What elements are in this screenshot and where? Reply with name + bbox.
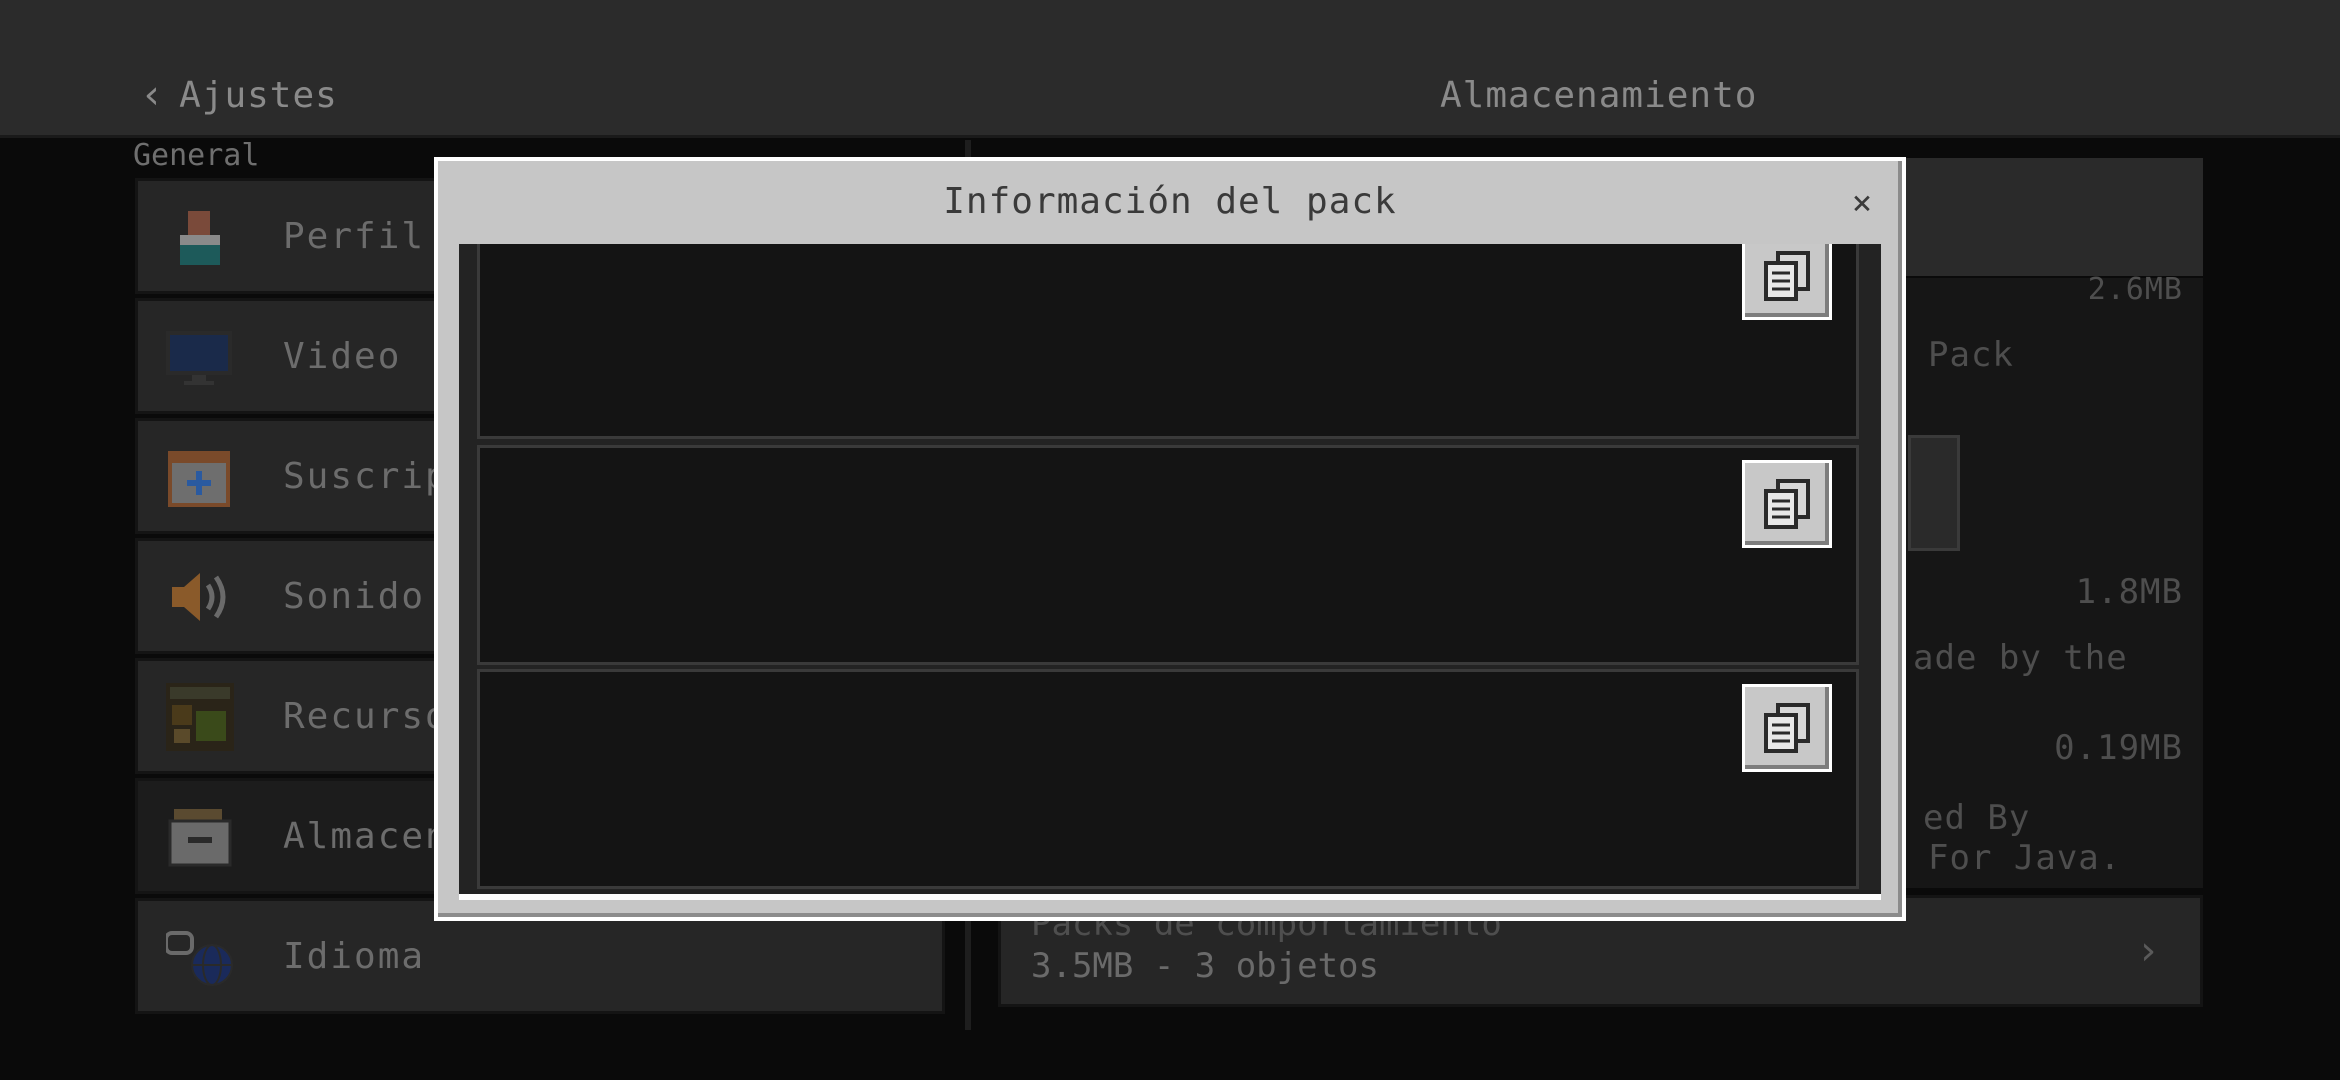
sidebar-item-label: Video — [283, 335, 402, 377]
copy-icon — [1764, 479, 1810, 529]
pack-card — [477, 445, 1859, 665]
language-globe-icon — [166, 931, 233, 986]
calendar-plus-icon — [168, 451, 230, 507]
size-label: 1.8MB — [2075, 572, 2183, 612]
sidebar-item-label: Almacen — [283, 815, 449, 857]
sidebar-item-label: Suscrip — [283, 455, 449, 497]
monitor-icon — [166, 331, 232, 385]
description-text: ed By — [1923, 798, 2031, 838]
copy-button[interactable] — [1742, 244, 1832, 320]
description-text: For Java. — [1928, 838, 2122, 878]
description-text: ade by the — [1913, 638, 2128, 678]
pack-card — [477, 669, 1859, 889]
speaker-icon — [172, 573, 226, 621]
back-button[interactable]: ‹ Ajustes — [140, 70, 338, 120]
copy-icon — [1764, 251, 1810, 301]
copy-button[interactable] — [1742, 460, 1832, 548]
size-label: 2.6MB — [2087, 272, 2183, 307]
close-button[interactable]: × — [1842, 183, 1882, 223]
copy-icon — [1764, 703, 1810, 753]
section-label: General — [133, 138, 260, 173]
page-title: Almacenamiento — [1440, 74, 1758, 116]
pack-card — [477, 244, 1859, 439]
checkbox[interactable] — [1908, 435, 1960, 551]
size-label: 0.19MB — [2054, 728, 2183, 768]
top-bar: ‹ Ajustes Almacenamiento — [0, 0, 2340, 138]
sidebar-item-label: Recurso — [283, 695, 449, 737]
pack-info-dialog: Información del pack × — [434, 157, 1906, 921]
chevron-left-icon: ‹ — [140, 72, 166, 118]
sidebar-item-label: Idioma — [283, 935, 426, 977]
resource-pack-icon — [166, 683, 234, 751]
storage-icon — [168, 809, 232, 867]
pack-label: Pack — [1928, 335, 2014, 375]
dialog-scroll-area[interactable] — [459, 244, 1881, 900]
dialog-title: Información del pack — [943, 181, 1397, 222]
copy-button[interactable] — [1742, 684, 1832, 772]
chevron-right-icon: › — [2135, 928, 2160, 974]
back-label: Ajustes — [179, 74, 338, 116]
behavior-packs-summary: 3.5MB - 3 objetos — [1031, 946, 1379, 986]
profile-icon — [180, 211, 220, 265]
sidebar-item-label: Perfil — [283, 215, 426, 257]
sidebar-item-label: Sonido — [283, 575, 426, 617]
